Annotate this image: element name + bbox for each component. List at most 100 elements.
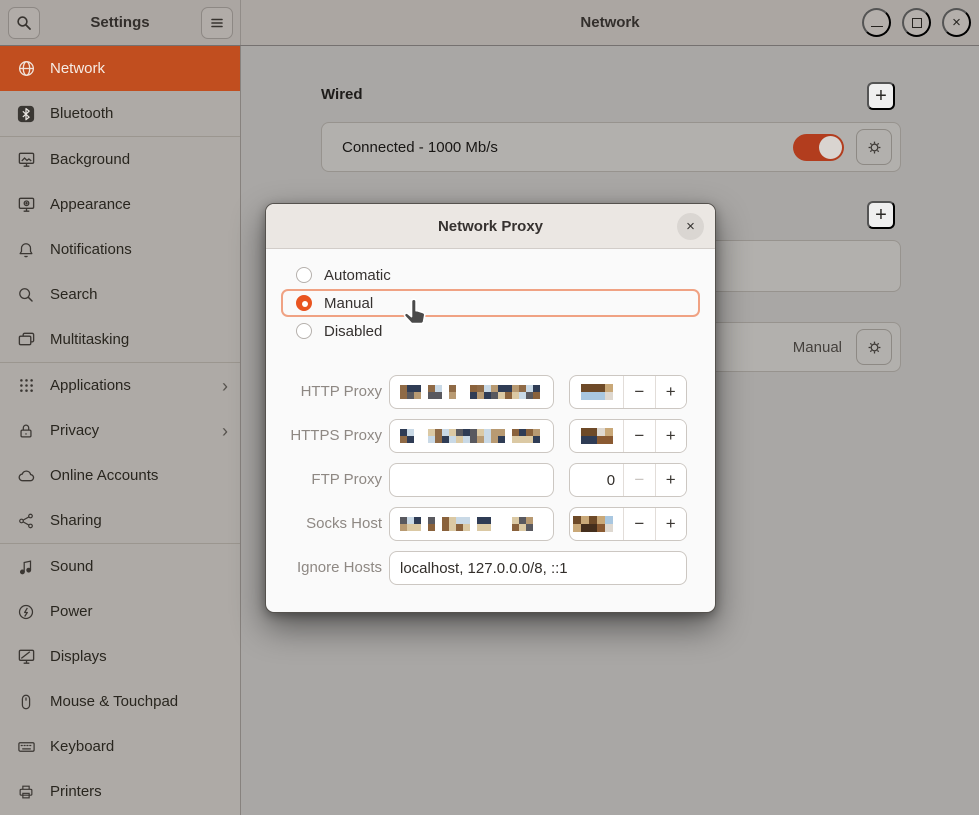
https-proxy-label: HTTPS Proxy: [266, 419, 382, 453]
sidebar-item-power[interactable]: Power: [0, 589, 240, 634]
sidebar-item-privacy[interactable]: Privacy ›: [0, 408, 240, 453]
printer-icon: [16, 782, 36, 802]
app-title: Settings: [90, 14, 149, 31]
share-icon: [16, 511, 36, 531]
decrement-button[interactable]: −: [623, 420, 654, 452]
sidebar-item-keyboard[interactable]: Keyboard: [0, 724, 240, 769]
globe-icon: [16, 59, 36, 79]
toggle-knob: [819, 136, 842, 159]
sidebar-item-label: Background: [50, 151, 228, 168]
https-port-spinner: − +: [569, 419, 687, 453]
increment-button[interactable]: +: [655, 376, 686, 408]
sidebar-item-label: Power: [50, 603, 228, 620]
sidebar-item-background[interactable]: Background: [0, 137, 240, 182]
add-wired-button[interactable]: +: [867, 82, 895, 110]
network-proxy-dialog: Network Proxy × Automatic Manual Disable…: [265, 203, 716, 613]
sidebar-item-bluetooth[interactable]: Bluetooth: [0, 91, 240, 136]
add-vpn-button[interactable]: +: [867, 201, 895, 229]
proxy-mode-list: Automatic Manual Disabled: [281, 261, 700, 345]
wired-settings-button[interactable]: [856, 129, 892, 165]
sidebar-item-sharing[interactable]: Sharing: [0, 498, 240, 543]
sidebar: Network Bluetooth Background Appearance: [0, 46, 241, 815]
bell-icon: [16, 240, 36, 260]
sidebar-item-applications[interactable]: Applications ›: [0, 363, 240, 408]
socks-port-spinner: − +: [569, 507, 687, 541]
sidebar-item-label: Online Accounts: [50, 467, 228, 484]
chevron-right-icon: ›: [222, 422, 228, 440]
sidebar-item-search[interactable]: Search: [0, 272, 240, 317]
sidebar-item-notifications[interactable]: Notifications: [0, 227, 240, 272]
radio-on-icon[interactable]: [296, 295, 312, 311]
decrement-button[interactable]: −: [623, 508, 654, 540]
keyboard-icon: [16, 737, 36, 757]
sidebar-item-sound[interactable]: Sound: [0, 544, 240, 589]
sidebar-item-appearance[interactable]: Appearance: [0, 182, 240, 227]
main-menu-button[interactable]: [201, 7, 233, 39]
wired-toggle[interactable]: [793, 134, 844, 161]
proxy-settings-button[interactable]: [856, 329, 892, 365]
bluetooth-icon: [16, 104, 36, 124]
decrement-button[interactable]: −: [623, 464, 654, 496]
redacted-host-value: [400, 385, 540, 399]
socks-host-input[interactable]: [389, 507, 554, 541]
socks-host-label: Socks Host: [266, 507, 382, 541]
http-port-value[interactable]: [570, 376, 623, 408]
gear-icon: [865, 338, 884, 357]
https-port-value[interactable]: [570, 420, 623, 452]
sidebar-item-multitasking[interactable]: Multitasking: [0, 317, 240, 362]
decrement-button[interactable]: −: [623, 376, 654, 408]
lock-icon: [16, 421, 36, 441]
sidebar-item-printers[interactable]: Printers: [0, 769, 240, 814]
ftp-port-value[interactable]: 0: [570, 464, 623, 496]
ftp-proxy-input[interactable]: [389, 463, 554, 497]
gear-icon: [865, 138, 884, 157]
increment-button[interactable]: +: [655, 464, 686, 496]
sidebar-item-label: Appearance: [50, 196, 228, 213]
http-proxy-input[interactable]: [389, 375, 554, 409]
sidebar-item-label: Printers: [50, 783, 228, 800]
ftp-proxy-label: FTP Proxy: [266, 463, 382, 497]
proxy-mode-disabled[interactable]: Disabled: [281, 317, 700, 345]
proxy-mode-manual[interactable]: Manual: [281, 289, 700, 317]
proxy-mode-automatic[interactable]: Automatic: [281, 261, 700, 289]
plus-icon: +: [875, 85, 887, 108]
redacted-port-value: [581, 428, 613, 444]
redacted-port-value: [581, 384, 613, 400]
radio-off-icon[interactable]: [296, 267, 312, 283]
increment-button[interactable]: +: [655, 420, 686, 452]
sidebar-item-online-accounts[interactable]: Online Accounts: [0, 453, 240, 498]
radio-label: Disabled: [324, 323, 382, 340]
dialog-close-button[interactable]: ×: [677, 213, 704, 240]
increment-button[interactable]: +: [655, 508, 686, 540]
sidebar-item-label: Keyboard: [50, 738, 228, 755]
sidebar-item-label: Bluetooth: [50, 105, 228, 122]
http-proxy-label: HTTP Proxy: [266, 375, 382, 409]
maximize-button[interactable]: [902, 8, 931, 37]
close-icon: ×: [952, 14, 961, 31]
minimize-icon: [871, 26, 883, 27]
https-proxy-input[interactable]: [389, 419, 554, 453]
redacted-port-value: [573, 516, 613, 532]
minimize-button[interactable]: [862, 8, 891, 37]
sidebar-item-label: Privacy: [50, 422, 208, 439]
power-icon: [16, 602, 36, 622]
sidebar-item-mouse-touchpad[interactable]: Mouse & Touchpad: [0, 679, 240, 724]
sidebar-item-network[interactable]: Network: [0, 46, 240, 91]
close-window-button[interactable]: ×: [942, 8, 971, 37]
ignore-hosts-input[interactable]: localhost, 127.0.0.0/8, ::1: [389, 551, 687, 585]
redacted-host-value: [400, 429, 540, 443]
http-port-spinner: − +: [569, 375, 687, 409]
radio-off-icon[interactable]: [296, 323, 312, 339]
cloud-icon: [16, 466, 36, 486]
redacted-host-value: [400, 517, 540, 531]
mouse-icon: [16, 692, 36, 712]
dialog-title: Network Proxy: [438, 218, 543, 235]
sidebar-header: Settings: [0, 0, 241, 45]
page-title: Network: [580, 14, 639, 31]
sidebar-item-label: Network: [50, 60, 228, 77]
socks-port-value[interactable]: [570, 508, 623, 540]
sidebar-item-displays[interactable]: Displays: [0, 634, 240, 679]
hamburger-icon: [209, 15, 225, 31]
close-icon: ×: [686, 218, 695, 235]
search-button[interactable]: [8, 7, 40, 39]
